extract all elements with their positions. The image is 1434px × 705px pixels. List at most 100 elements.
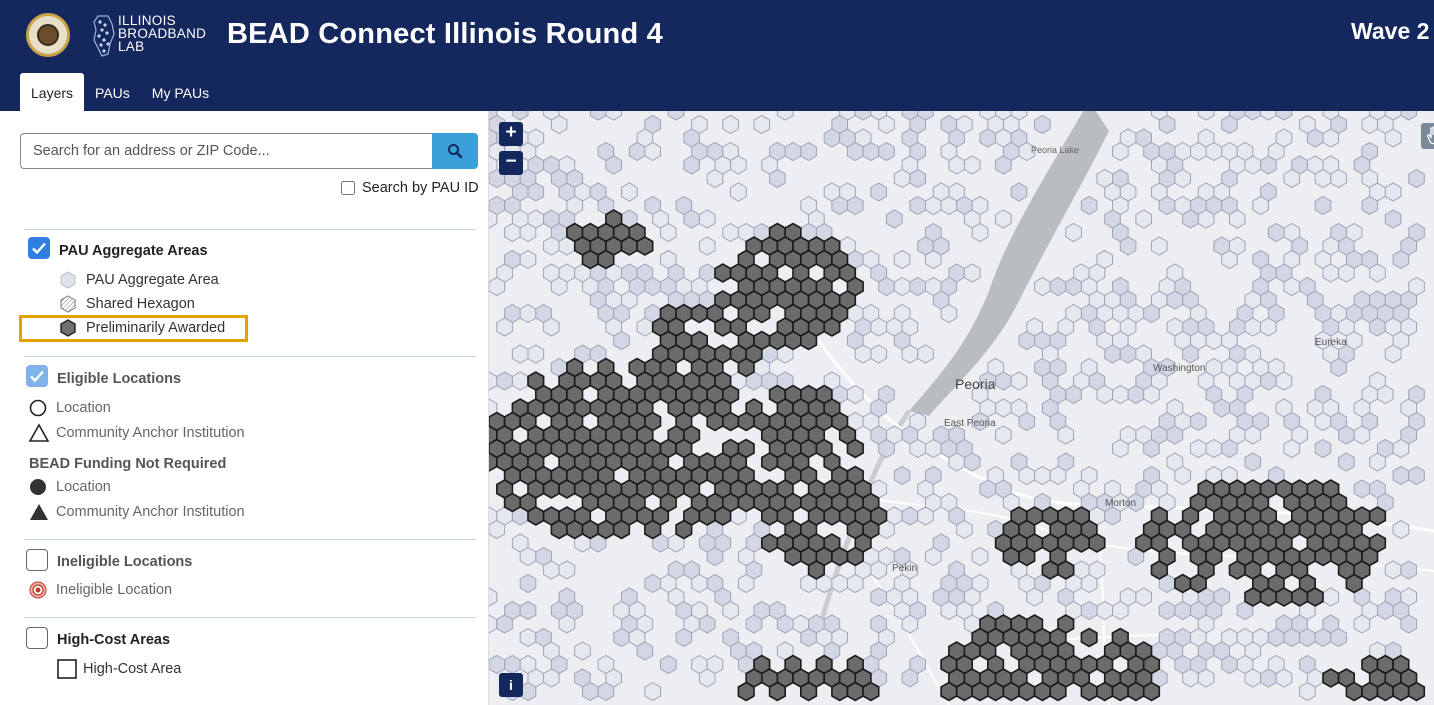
aggregate-hexagon[interactable]	[543, 317, 560, 337]
aggregate-hexagon[interactable]	[979, 128, 997, 148]
awarded-hexagon[interactable]	[1142, 681, 1161, 702]
aggregate-hexagon[interactable]	[519, 627, 537, 648]
awarded-hexagon[interactable]	[846, 546, 864, 567]
awarded-hexagon[interactable]	[550, 519, 568, 540]
awarded-hexagon[interactable]	[846, 681, 864, 702]
aggregate-hexagon[interactable]	[979, 479, 997, 499]
aggregate-hexagon[interactable]	[691, 573, 708, 594]
aggregate-hexagon[interactable]	[1392, 438, 1410, 459]
aggregate-hexagon[interactable]	[644, 276, 661, 297]
ineligible-locations-checkbox[interactable]	[26, 549, 48, 571]
aggregate-hexagon[interactable]	[1392, 519, 1410, 540]
awarded-hexagon[interactable]	[831, 546, 849, 567]
aggregate-hexagon[interactable]	[940, 195, 958, 216]
awarded-hexagon[interactable]	[581, 519, 599, 540]
aggregate-hexagon[interactable]	[1158, 114, 1176, 135]
aggregate-hexagon[interactable]	[504, 222, 521, 243]
aggregate-hexagon[interactable]	[1275, 668, 1293, 688]
aggregate-hexagon[interactable]	[519, 303, 537, 324]
aggregate-hexagon[interactable]	[909, 438, 926, 459]
awarded-hexagon[interactable]	[714, 317, 732, 337]
awarded-hexagon[interactable]	[823, 317, 841, 337]
aggregate-hexagon[interactable]	[925, 249, 942, 270]
aggregate-hexagon[interactable]	[925, 546, 942, 567]
aggregate-hexagon[interactable]	[963, 155, 981, 175]
awarded-hexagon[interactable]	[799, 330, 818, 351]
map-canvas[interactable]	[489, 111, 1434, 705]
aggregate-hexagon[interactable]	[1244, 425, 1262, 445]
aggregate-hexagon[interactable]	[1135, 587, 1152, 607]
awarded-hexagon[interactable]	[1049, 681, 1067, 702]
aggregate-hexagon[interactable]	[1018, 330, 1036, 351]
aggregate-hexagon[interactable]	[1392, 249, 1410, 270]
aggregate-hexagon[interactable]	[847, 141, 864, 162]
awarded-hexagon[interactable]	[714, 506, 732, 526]
aggregate-hexagon[interactable]	[543, 668, 560, 688]
aggregate-hexagon[interactable]	[1299, 627, 1316, 648]
awarded-hexagon[interactable]	[760, 506, 779, 526]
aggregate-hexagon[interactable]	[1377, 384, 1394, 405]
aggregate-hexagon[interactable]	[1205, 141, 1223, 162]
awarded-hexagon[interactable]	[1150, 560, 1168, 580]
aggregate-hexagon[interactable]	[940, 303, 958, 324]
aggregate-hexagon[interactable]	[1369, 452, 1386, 472]
aggregate-hexagon[interactable]	[878, 114, 895, 135]
aggregate-hexagon[interactable]	[1299, 681, 1316, 702]
aggregate-hexagon[interactable]	[511, 111, 529, 121]
aggregate-hexagon[interactable]	[1260, 371, 1277, 391]
awarded-hexagon[interactable]	[971, 681, 989, 702]
aggregate-hexagon[interactable]	[489, 614, 498, 634]
aggregate-hexagon[interactable]	[893, 249, 911, 270]
awarded-hexagon[interactable]	[597, 249, 615, 270]
aggregate-hexagon[interactable]	[1260, 668, 1277, 688]
aggregate-hexagon[interactable]	[784, 141, 802, 162]
aggregate-hexagon[interactable]	[909, 276, 926, 297]
search-input[interactable]	[20, 133, 432, 169]
awarded-hexagon[interactable]	[768, 330, 787, 351]
aggregate-hexagon[interactable]	[901, 668, 919, 688]
awarded-hexagon[interactable]	[1041, 560, 1059, 580]
aggregate-hexagon[interactable]	[800, 141, 817, 162]
aggregate-hexagon[interactable]	[1283, 276, 1301, 297]
aggregate-hexagon[interactable]	[1314, 627, 1332, 648]
aggregate-hexagon[interactable]	[1221, 114, 1238, 135]
aggregate-hexagon[interactable]	[971, 222, 989, 243]
aggregate-hexagon[interactable]	[660, 654, 677, 675]
aggregate-hexagon[interactable]	[831, 573, 848, 594]
aggregate-hexagon[interactable]	[1322, 587, 1340, 607]
aggregate-hexagon[interactable]	[878, 438, 895, 459]
aggregate-hexagon[interactable]	[1190, 141, 1207, 162]
aggregate-hexagon[interactable]	[831, 195, 848, 216]
aggregate-hexagon[interactable]	[1065, 222, 1082, 243]
aggregate-hexagon[interactable]	[854, 344, 872, 364]
aggregate-hexagon[interactable]	[543, 560, 560, 580]
aggregate-hexagon[interactable]	[1314, 438, 1332, 459]
aggregate-hexagon[interactable]	[1080, 195, 1098, 216]
awarded-hexagon[interactable]	[597, 519, 615, 540]
aggregate-hexagon[interactable]	[558, 560, 576, 580]
awarded-hexagon[interactable]	[760, 533, 779, 553]
aggregate-hexagon[interactable]	[1330, 627, 1347, 648]
high-cost-areas-checkbox[interactable]	[26, 627, 48, 649]
aggregate-hexagon[interactable]	[901, 344, 919, 364]
aggregate-hexagon[interactable]	[1119, 236, 1137, 256]
aggregate-hexagon[interactable]	[519, 600, 537, 621]
aggregate-hexagon[interactable]	[1190, 438, 1207, 459]
aggregate-hexagon[interactable]	[1096, 600, 1113, 621]
aggregate-hexagon[interactable]	[1197, 209, 1215, 229]
aggregate-hexagon[interactable]	[909, 168, 926, 189]
aggregate-hexagon[interactable]	[925, 195, 942, 216]
aggregate-hexagon[interactable]	[1166, 290, 1184, 310]
awarded-hexagon[interactable]	[1033, 681, 1052, 702]
aggregate-hexagon[interactable]	[1112, 384, 1129, 405]
aggregate-hexagon[interactable]	[1314, 168, 1332, 189]
aggregate-hexagon[interactable]	[1166, 425, 1184, 445]
aggregate-hexagon[interactable]	[1400, 111, 1417, 121]
aggregate-hexagon[interactable]	[1018, 465, 1036, 486]
awarded-hexagon[interactable]	[1080, 681, 1098, 702]
aggregate-hexagon[interactable]	[597, 681, 615, 702]
aggregate-hexagon[interactable]	[1221, 249, 1238, 270]
aggregate-hexagon[interactable]	[1408, 465, 1425, 486]
aggregate-hexagon[interactable]	[1229, 209, 1246, 229]
aggregate-hexagon[interactable]	[737, 573, 755, 594]
